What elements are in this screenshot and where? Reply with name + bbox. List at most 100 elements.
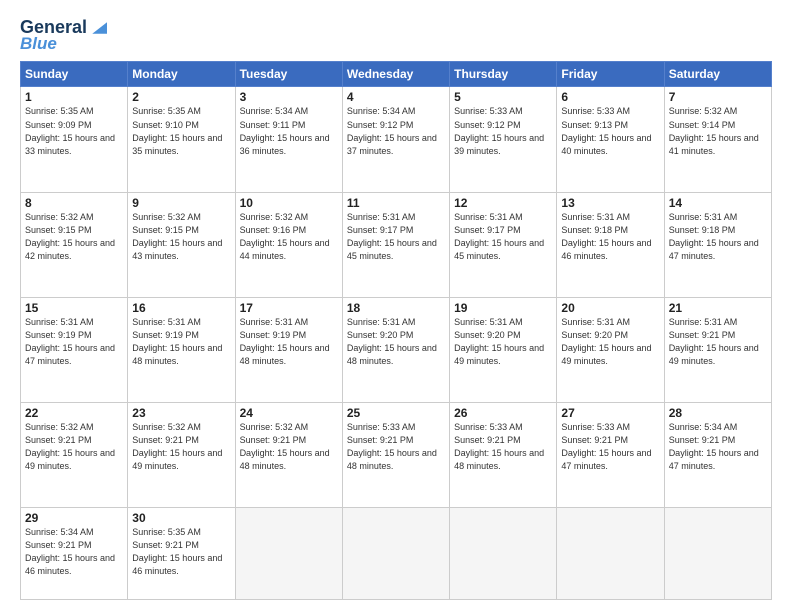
day-number: 11 — [347, 196, 445, 210]
calendar-cell: 10 Sunrise: 5:32 AM Sunset: 9:16 PM Dayl… — [235, 192, 342, 297]
calendar-cell: 1 Sunrise: 5:35 AM Sunset: 9:09 PM Dayli… — [21, 87, 128, 192]
cell-info: Sunrise: 5:33 AM Sunset: 9:13 PM Dayligh… — [561, 105, 659, 157]
calendar-cell — [342, 508, 449, 600]
day-number: 10 — [240, 196, 338, 210]
day-number: 30 — [132, 511, 230, 525]
day-number: 7 — [669, 90, 767, 104]
cell-info: Sunrise: 5:31 AM Sunset: 9:20 PM Dayligh… — [347, 316, 445, 368]
day-number: 6 — [561, 90, 659, 104]
page: General Blue SundayMondayTuesdayWednesda… — [0, 0, 792, 612]
calendar-cell: 21 Sunrise: 5:31 AM Sunset: 9:21 PM Dayl… — [664, 297, 771, 402]
day-number: 2 — [132, 90, 230, 104]
calendar-cell: 25 Sunrise: 5:33 AM Sunset: 9:21 PM Dayl… — [342, 403, 449, 508]
calendar-cell: 12 Sunrise: 5:31 AM Sunset: 9:17 PM Dayl… — [450, 192, 557, 297]
day-number: 21 — [669, 301, 767, 315]
calendar-cell: 13 Sunrise: 5:31 AM Sunset: 9:18 PM Dayl… — [557, 192, 664, 297]
calendar-cell — [450, 508, 557, 600]
weekday-header: Sunday — [21, 62, 128, 87]
day-number: 17 — [240, 301, 338, 315]
calendar-cell: 9 Sunrise: 5:32 AM Sunset: 9:15 PM Dayli… — [128, 192, 235, 297]
day-number: 4 — [347, 90, 445, 104]
cell-info: Sunrise: 5:31 AM Sunset: 9:19 PM Dayligh… — [25, 316, 123, 368]
calendar-table: SundayMondayTuesdayWednesdayThursdayFrid… — [20, 61, 772, 600]
day-number: 22 — [25, 406, 123, 420]
day-number: 24 — [240, 406, 338, 420]
calendar-cell: 15 Sunrise: 5:31 AM Sunset: 9:19 PM Dayl… — [21, 297, 128, 402]
calendar-cell: 29 Sunrise: 5:34 AM Sunset: 9:21 PM Dayl… — [21, 508, 128, 600]
weekday-header: Tuesday — [235, 62, 342, 87]
calendar-cell: 20 Sunrise: 5:31 AM Sunset: 9:20 PM Dayl… — [557, 297, 664, 402]
weekday-header: Wednesday — [342, 62, 449, 87]
cell-info: Sunrise: 5:33 AM Sunset: 9:12 PM Dayligh… — [454, 105, 552, 157]
day-number: 1 — [25, 90, 123, 104]
cell-info: Sunrise: 5:33 AM Sunset: 9:21 PM Dayligh… — [347, 421, 445, 473]
weekday-header: Saturday — [664, 62, 771, 87]
cell-info: Sunrise: 5:31 AM Sunset: 9:19 PM Dayligh… — [240, 316, 338, 368]
logo-text-blue: Blue — [20, 35, 57, 54]
calendar-cell — [235, 508, 342, 600]
day-number: 16 — [132, 301, 230, 315]
weekday-header: Monday — [128, 62, 235, 87]
day-number: 14 — [669, 196, 767, 210]
day-number: 19 — [454, 301, 552, 315]
day-number: 27 — [561, 406, 659, 420]
cell-info: Sunrise: 5:32 AM Sunset: 9:21 PM Dayligh… — [240, 421, 338, 473]
day-number: 20 — [561, 301, 659, 315]
day-number: 26 — [454, 406, 552, 420]
cell-info: Sunrise: 5:35 AM Sunset: 9:09 PM Dayligh… — [25, 105, 123, 157]
calendar-cell: 24 Sunrise: 5:32 AM Sunset: 9:21 PM Dayl… — [235, 403, 342, 508]
calendar-cell: 26 Sunrise: 5:33 AM Sunset: 9:21 PM Dayl… — [450, 403, 557, 508]
day-number: 13 — [561, 196, 659, 210]
day-number: 23 — [132, 406, 230, 420]
cell-info: Sunrise: 5:32 AM Sunset: 9:15 PM Dayligh… — [25, 211, 123, 263]
calendar-cell: 14 Sunrise: 5:31 AM Sunset: 9:18 PM Dayl… — [664, 192, 771, 297]
calendar-cell: 11 Sunrise: 5:31 AM Sunset: 9:17 PM Dayl… — [342, 192, 449, 297]
calendar-cell: 19 Sunrise: 5:31 AM Sunset: 9:20 PM Dayl… — [450, 297, 557, 402]
calendar-cell — [557, 508, 664, 600]
cell-info: Sunrise: 5:33 AM Sunset: 9:21 PM Dayligh… — [561, 421, 659, 473]
cell-info: Sunrise: 5:31 AM Sunset: 9:20 PM Dayligh… — [454, 316, 552, 368]
day-number: 8 — [25, 196, 123, 210]
day-number: 5 — [454, 90, 552, 104]
cell-info: Sunrise: 5:35 AM Sunset: 9:10 PM Dayligh… — [132, 105, 230, 157]
calendar-cell: 8 Sunrise: 5:32 AM Sunset: 9:15 PM Dayli… — [21, 192, 128, 297]
cell-info: Sunrise: 5:31 AM Sunset: 9:19 PM Dayligh… — [132, 316, 230, 368]
day-number: 15 — [25, 301, 123, 315]
calendar-cell: 16 Sunrise: 5:31 AM Sunset: 9:19 PM Dayl… — [128, 297, 235, 402]
day-number: 12 — [454, 196, 552, 210]
cell-info: Sunrise: 5:32 AM Sunset: 9:15 PM Dayligh… — [132, 211, 230, 263]
cell-info: Sunrise: 5:32 AM Sunset: 9:21 PM Dayligh… — [132, 421, 230, 473]
calendar-cell: 17 Sunrise: 5:31 AM Sunset: 9:19 PM Dayl… — [235, 297, 342, 402]
cell-info: Sunrise: 5:31 AM Sunset: 9:17 PM Dayligh… — [347, 211, 445, 263]
cell-info: Sunrise: 5:31 AM Sunset: 9:18 PM Dayligh… — [669, 211, 767, 263]
calendar-cell: 6 Sunrise: 5:33 AM Sunset: 9:13 PM Dayli… — [557, 87, 664, 192]
cell-info: Sunrise: 5:33 AM Sunset: 9:21 PM Dayligh… — [454, 421, 552, 473]
calendar-cell: 3 Sunrise: 5:34 AM Sunset: 9:11 PM Dayli… — [235, 87, 342, 192]
logo-icon — [89, 22, 107, 34]
day-number: 28 — [669, 406, 767, 420]
weekday-header: Friday — [557, 62, 664, 87]
cell-info: Sunrise: 5:32 AM Sunset: 9:16 PM Dayligh… — [240, 211, 338, 263]
day-number: 3 — [240, 90, 338, 104]
calendar-cell: 23 Sunrise: 5:32 AM Sunset: 9:21 PM Dayl… — [128, 403, 235, 508]
cell-info: Sunrise: 5:34 AM Sunset: 9:12 PM Dayligh… — [347, 105, 445, 157]
logo: General Blue — [20, 18, 107, 53]
calendar-cell: 22 Sunrise: 5:32 AM Sunset: 9:21 PM Dayl… — [21, 403, 128, 508]
header: General Blue — [20, 18, 772, 53]
day-number: 25 — [347, 406, 445, 420]
calendar-cell: 7 Sunrise: 5:32 AM Sunset: 9:14 PM Dayli… — [664, 87, 771, 192]
calendar-cell: 30 Sunrise: 5:35 AM Sunset: 9:21 PM Dayl… — [128, 508, 235, 600]
cell-info: Sunrise: 5:31 AM Sunset: 9:21 PM Dayligh… — [669, 316, 767, 368]
day-number: 9 — [132, 196, 230, 210]
calendar-cell: 2 Sunrise: 5:35 AM Sunset: 9:10 PM Dayli… — [128, 87, 235, 192]
cell-info: Sunrise: 5:32 AM Sunset: 9:14 PM Dayligh… — [669, 105, 767, 157]
cell-info: Sunrise: 5:31 AM Sunset: 9:18 PM Dayligh… — [561, 211, 659, 263]
day-number: 18 — [347, 301, 445, 315]
calendar-cell: 5 Sunrise: 5:33 AM Sunset: 9:12 PM Dayli… — [450, 87, 557, 192]
cell-info: Sunrise: 5:34 AM Sunset: 9:21 PM Dayligh… — [25, 526, 123, 578]
cell-info: Sunrise: 5:31 AM Sunset: 9:17 PM Dayligh… — [454, 211, 552, 263]
calendar-cell: 18 Sunrise: 5:31 AM Sunset: 9:20 PM Dayl… — [342, 297, 449, 402]
cell-info: Sunrise: 5:35 AM Sunset: 9:21 PM Dayligh… — [132, 526, 230, 578]
day-number: 29 — [25, 511, 123, 525]
calendar-cell: 27 Sunrise: 5:33 AM Sunset: 9:21 PM Dayl… — [557, 403, 664, 508]
